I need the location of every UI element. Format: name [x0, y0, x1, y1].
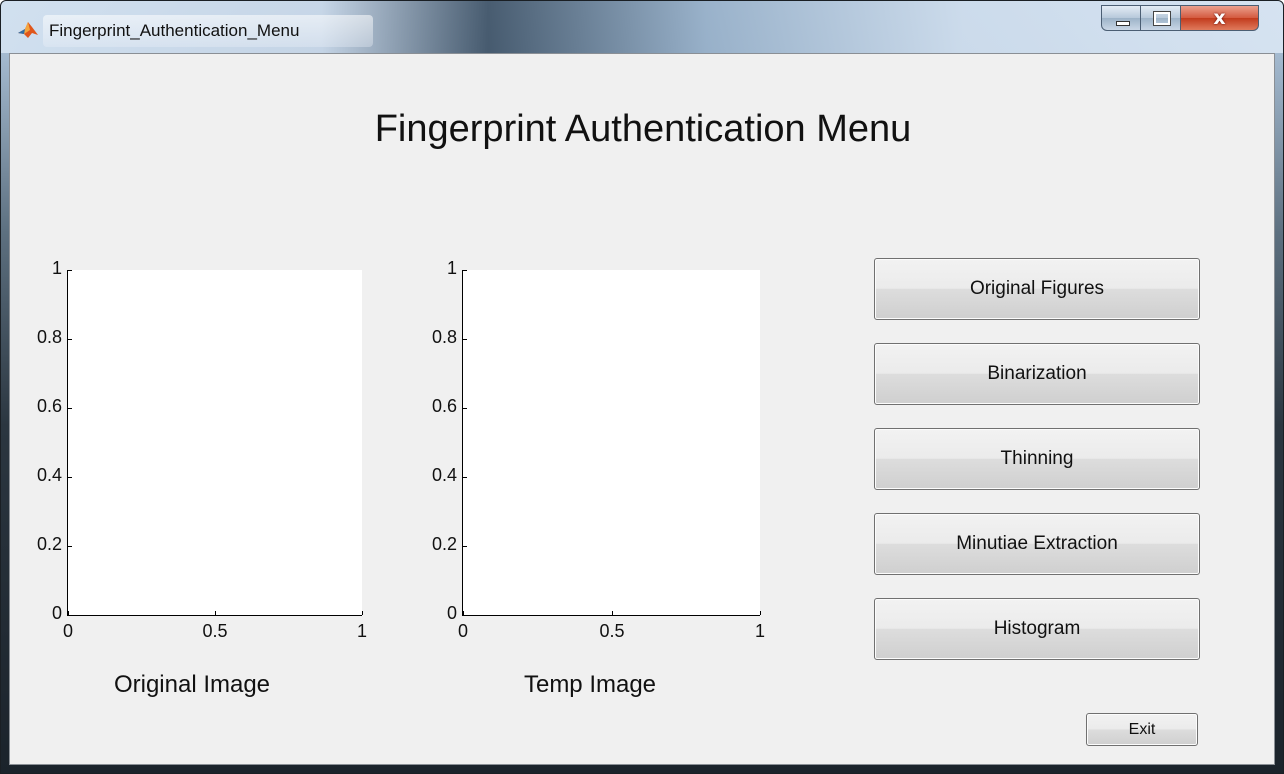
y-axis-line — [462, 270, 463, 616]
binarization-button[interactable]: Binarization — [874, 343, 1200, 405]
x-tick — [215, 611, 216, 615]
x-tick-label: 1 — [754, 621, 766, 641]
x-tick-label: 0 — [457, 621, 469, 641]
client-area: Fingerprint Authentication Menu 0 0.2 0.4 0… — [9, 53, 1275, 765]
y-tick — [68, 339, 72, 340]
y-tick — [68, 615, 72, 616]
maximize-button[interactable] — [1141, 5, 1181, 31]
x-tick-label: 0 — [62, 621, 74, 641]
close-icon: x — [1213, 7, 1226, 29]
y-tick-label: 0 — [51, 603, 62, 623]
maximize-icon — [1153, 11, 1171, 26]
x-tick-label: 0.5 — [599, 621, 625, 641]
y-tick — [68, 270, 72, 271]
y-tick-label: 0.8 — [431, 327, 457, 347]
plot-area — [68, 270, 362, 615]
x-tick-label: 0.5 — [202, 621, 228, 641]
y-tick — [463, 339, 467, 340]
minimize-icon — [1116, 21, 1130, 26]
y-tick-label: 0.2 — [36, 534, 62, 554]
original-figures-button[interactable]: Original Figures — [874, 258, 1200, 320]
temp-image-axes[interactable]: 0 0.2 0.4 0.6 0.8 1 0 0.5 1 — [432, 258, 765, 641]
x-tick — [463, 611, 464, 615]
x-axis-line — [67, 615, 362, 616]
y-tick-label: 1 — [51, 258, 62, 278]
thinning-button[interactable]: Thinning — [874, 428, 1200, 490]
y-tick-label: 1 — [446, 258, 457, 278]
y-tick — [463, 408, 467, 409]
y-tick — [463, 615, 467, 616]
y-tick — [463, 477, 467, 478]
y-tick — [68, 408, 72, 409]
page-title: Fingerprint Authentication Menu — [374, 108, 912, 150]
y-tick-label: 0.4 — [36, 465, 62, 485]
y-tick-label: 0.4 — [431, 465, 457, 485]
y-tick — [463, 270, 467, 271]
window-title: Fingerprint_Authentication_Menu — [49, 21, 300, 40]
x-tick — [612, 611, 613, 615]
window-frame: Fingerprint_Authentication_Menu x Finger… — [0, 0, 1284, 774]
histogram-button[interactable]: Histogram — [874, 598, 1200, 660]
y-tick-label: 0 — [446, 603, 457, 623]
y-tick-label: 0.8 — [36, 327, 62, 347]
x-axis-line — [462, 615, 760, 616]
matlab-icon[interactable] — [17, 19, 39, 41]
title-bar[interactable]: Fingerprint_Authentication_Menu x — [1, 1, 1283, 53]
y-tick — [68, 477, 72, 478]
x-tick — [68, 611, 69, 615]
temp-image-caption: Temp Image — [523, 671, 657, 698]
x-tick — [362, 611, 363, 615]
x-tick — [760, 611, 761, 615]
original-image-caption: Original Image — [113, 671, 271, 698]
exit-button[interactable]: Exit — [1086, 713, 1198, 746]
y-tick — [68, 546, 72, 547]
y-axis-line — [67, 270, 68, 616]
minimize-button[interactable] — [1101, 5, 1141, 31]
close-button[interactable]: x — [1181, 5, 1259, 31]
y-tick-label: 0.6 — [431, 396, 457, 416]
y-tick-label: 0.6 — [36, 396, 62, 416]
original-image-axes[interactable]: 0 0.2 0.4 0.6 0.8 1 0 0.5 1 — [37, 258, 367, 641]
x-tick-label: 1 — [356, 621, 368, 641]
plot-area — [463, 270, 760, 615]
minutiae-extraction-button[interactable]: Minutiae Extraction — [874, 513, 1200, 575]
y-tick — [463, 546, 467, 547]
y-tick-label: 0.2 — [431, 534, 457, 554]
